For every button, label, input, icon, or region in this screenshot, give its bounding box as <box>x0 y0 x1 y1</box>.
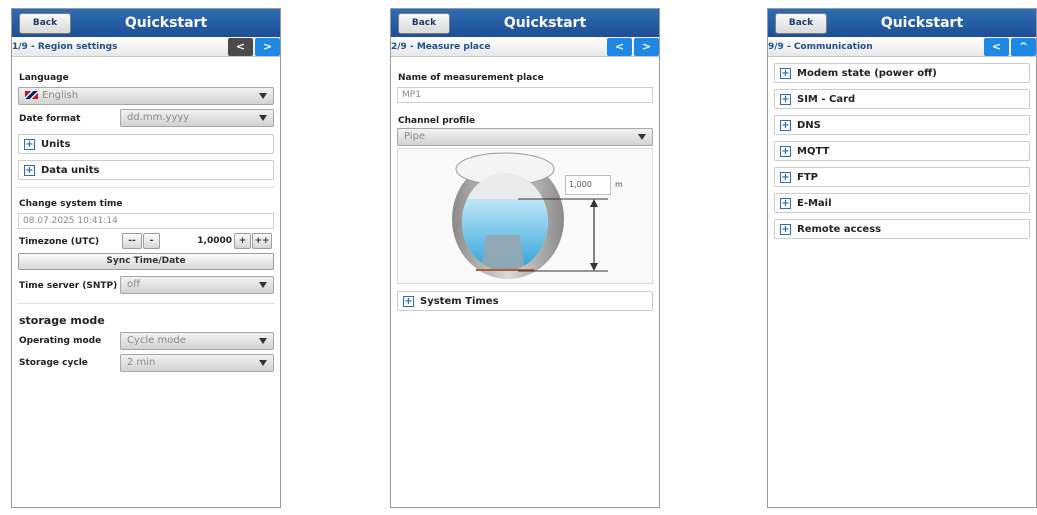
channel-profile-select[interactable]: Pipe <box>397 128 653 146</box>
time-server-select[interactable]: off <box>120 276 274 294</box>
chevron-down-icon <box>259 282 267 288</box>
header: Back Quickstart <box>391 9 659 37</box>
operating-mode-select[interactable]: Cycle mode <box>120 332 274 350</box>
operating-mode-label: Operating mode <box>19 336 102 346</box>
scroll-up-button[interactable]: ^ <box>1011 38 1036 56</box>
quickstart-screen-region-settings: Back Quickstart 1/9 - Region settings < … <box>11 8 281 508</box>
page-title: Quickstart <box>880 15 964 31</box>
plus-icon: + <box>780 224 791 235</box>
date-format-label: Date format <box>19 114 81 124</box>
page-title: Quickstart <box>124 15 208 31</box>
language-select[interactable]: English <box>18 87 274 105</box>
chevron-down-icon <box>638 134 646 140</box>
header: Back Quickstart <box>768 9 1036 37</box>
plus-icon: + <box>780 120 791 131</box>
timezone-minus-button[interactable]: - <box>143 233 160 249</box>
timezone-label: Timezone (UTC) <box>19 237 100 247</box>
chevron-down-icon <box>259 338 267 344</box>
measurement-place-name-input[interactable]: MP1 <box>397 87 653 103</box>
modem-state-expander[interactable]: + Modem state (power off) <box>774 63 1030 83</box>
level-input[interactable]: 1,000 <box>565 175 611 195</box>
measurement-place-name-label: Name of measurement place <box>398 73 544 83</box>
storage-mode-heading: storage mode <box>19 314 105 327</box>
page-title: Quickstart <box>503 15 587 31</box>
plus-icon: + <box>403 296 414 307</box>
language-label: Language <box>19 73 69 83</box>
storage-cycle-label: Storage cycle <box>19 358 88 368</box>
dns-expander[interactable]: + DNS <box>774 115 1030 135</box>
chevron-down-icon <box>259 360 267 366</box>
change-system-time-label: Change system time <box>19 199 123 209</box>
time-server-label: Time server (SNTP) <box>19 281 118 291</box>
arrow-head-up-icon <box>590 199 598 207</box>
step-bar: 1/9 - Region settings < > <box>12 37 280 57</box>
level-unit: m <box>615 180 623 189</box>
quickstart-screen-communication: Back Quickstart 9/9 - Communication < ^ … <box>767 8 1037 508</box>
divider <box>17 303 275 304</box>
arrow-head-down-icon <box>590 263 598 271</box>
system-time-field[interactable]: 08.07.2025 10:41:14 <box>18 213 274 229</box>
prev-step-button[interactable]: < <box>607 38 632 56</box>
timezone-plus-button[interactable]: + <box>234 233 251 249</box>
plus-icon: + <box>780 94 791 105</box>
step-label: 9/9 - Communication <box>768 42 873 52</box>
plus-icon: + <box>780 198 791 209</box>
ftp-expander[interactable]: + FTP <box>774 167 1030 187</box>
pipe-diagram-panel: 1,000 m <box>397 148 653 284</box>
units-expander[interactable]: + Units <box>18 134 274 154</box>
next-step-button[interactable]: > <box>634 38 659 56</box>
email-expander[interactable]: + E-Mail <box>774 193 1030 213</box>
remote-access-expander[interactable]: + Remote access <box>774 219 1030 239</box>
back-button[interactable]: Back <box>775 13 827 34</box>
header: Back Quickstart <box>12 9 280 37</box>
prev-step-button[interactable]: < <box>984 38 1009 56</box>
system-times-expander[interactable]: + System Times <box>397 291 653 311</box>
step-bar: 2/9 - Measure place < > <box>391 37 659 57</box>
date-format-select[interactable]: dd.mm.yyyy <box>120 109 274 127</box>
uk-flag-icon <box>25 91 38 99</box>
plus-icon: + <box>24 139 35 150</box>
plus-icon: + <box>780 146 791 157</box>
chevron-down-icon <box>259 115 267 121</box>
divider <box>17 187 275 188</box>
chevron-down-icon <box>259 93 267 99</box>
step-label: 2/9 - Measure place <box>391 42 491 52</box>
timezone-minus-large-button[interactable]: -- <box>122 233 142 249</box>
step-bar: 9/9 - Communication < ^ <box>768 37 1036 57</box>
timezone-plus-large-button[interactable]: ++ <box>252 233 272 249</box>
prev-step-button[interactable]: < <box>228 38 253 56</box>
mqtt-expander[interactable]: + MQTT <box>774 141 1030 161</box>
data-units-expander[interactable]: + Data units <box>18 160 274 180</box>
quickstart-screen-measure-place: Back Quickstart 2/9 - Measure place < > … <box>390 8 660 508</box>
channel-profile-label: Channel profile <box>398 116 476 126</box>
plus-icon: + <box>24 165 35 176</box>
plus-icon: + <box>780 172 791 183</box>
back-button[interactable]: Back <box>19 13 71 34</box>
sim-card-expander[interactable]: + SIM - Card <box>774 89 1030 109</box>
step-label: 1/9 - Region settings <box>12 42 118 52</box>
back-button[interactable]: Back <box>398 13 450 34</box>
storage-cycle-select[interactable]: 2 min <box>120 354 274 372</box>
pipe-profile-diagram <box>452 152 608 279</box>
sync-time-date-button[interactable]: Sync Time/Date <box>18 253 274 270</box>
plus-icon: + <box>780 68 791 79</box>
timezone-value: 1,0000 <box>197 236 232 246</box>
next-step-button[interactable]: > <box>255 38 280 56</box>
